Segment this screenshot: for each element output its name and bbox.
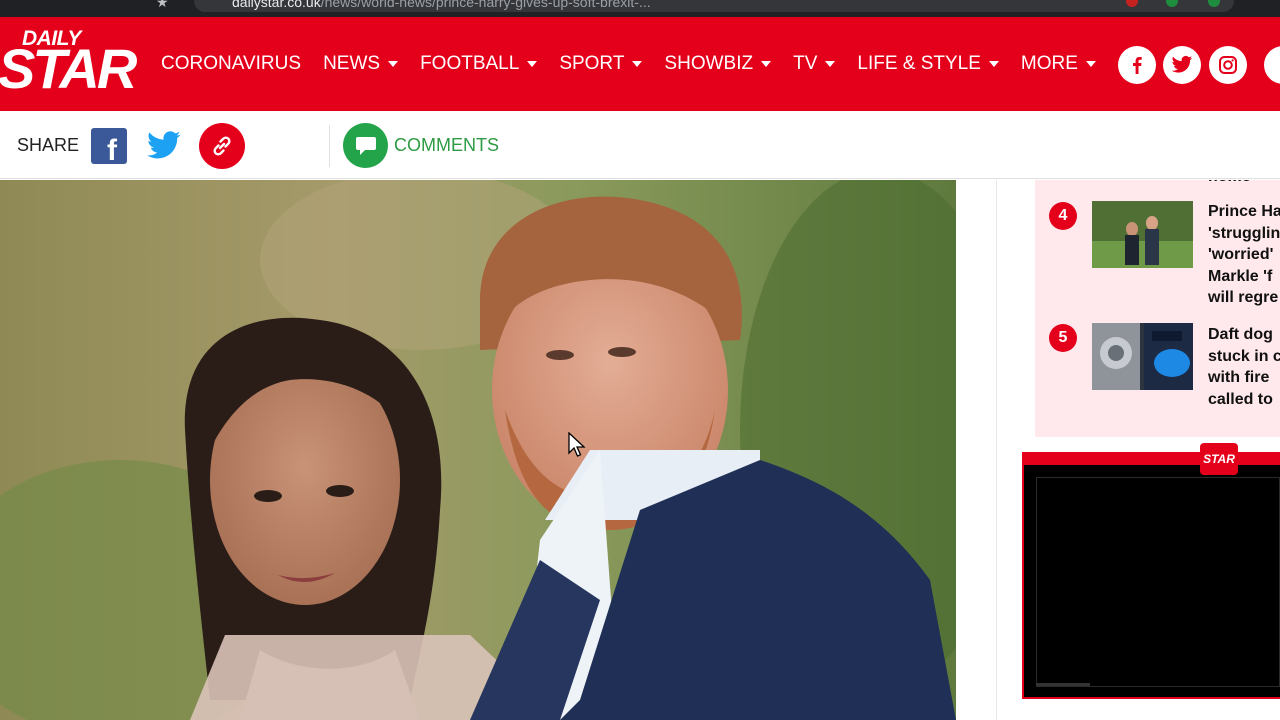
trending-thumbnail xyxy=(1092,201,1193,268)
twitter-icon[interactable] xyxy=(1163,46,1201,84)
url-domain: dailystar.co.uk xyxy=(232,0,321,10)
nav-item-showbiz[interactable]: SHOWBIZ xyxy=(664,53,772,75)
trending-rank: 4 xyxy=(1049,202,1077,230)
nav-label: SPORT xyxy=(559,53,625,74)
video-progress-bar[interactable] xyxy=(1036,683,1090,686)
trending-list: home 4 Prince Ha 'strugglin 'worried' Ma… xyxy=(1035,180,1280,437)
headline-line: 'worried' xyxy=(1208,246,1274,263)
nav-label: CORONAVIRUS xyxy=(161,53,302,74)
nav-item-tv[interactable]: TV xyxy=(793,53,836,75)
main-nav: CORONAVIRUS NEWS FOOTBALL SPORT SHOWBIZ … xyxy=(161,17,1118,111)
copy-link-icon[interactable] xyxy=(199,123,245,169)
share-label: SHARE xyxy=(17,135,80,155)
trending-item-tail[interactable]: home xyxy=(1208,180,1251,186)
chevron-down-icon xyxy=(988,61,999,67)
share-bar: SHARE f COMMENTS xyxy=(0,111,1280,179)
nav-item-life-style[interactable]: LIFE & STYLE xyxy=(857,53,999,75)
sidebar-divider xyxy=(996,180,997,720)
headline-line: Prince Ha xyxy=(1208,203,1280,220)
nav-label: LIFE & STYLE xyxy=(857,53,981,74)
logo-line2: STAR xyxy=(0,37,137,100)
nav-item-sport[interactable]: SPORT xyxy=(559,53,643,75)
site-header: DAILY STAR CORONAVIRUS NEWS FOOTBALL SPO… xyxy=(0,17,1280,111)
chevron-down-icon xyxy=(388,61,399,67)
headline-line: Daft dog xyxy=(1208,326,1273,343)
daily-star-logo[interactable]: DAILY STAR xyxy=(0,27,137,105)
article-hero-image xyxy=(0,180,956,720)
chevron-down-icon xyxy=(825,61,836,67)
nav-label: SHOWBIZ xyxy=(664,53,754,74)
nav-item-coronavirus[interactable]: CORONAVIRUS xyxy=(161,53,301,75)
nav-item-football[interactable]: FOOTBALL xyxy=(420,53,538,75)
chevron-down-icon xyxy=(527,61,538,67)
trending-rank: 5 xyxy=(1049,324,1077,352)
headline-line: 'strugglin xyxy=(1208,224,1280,242)
chevron-down-icon xyxy=(761,61,772,67)
facebook-icon[interactable] xyxy=(1118,46,1156,84)
trending-headline: Prince Ha 'strugglin 'worried' Markle 'f… xyxy=(1208,201,1280,309)
nav-label: MORE xyxy=(1020,53,1078,74)
share-facebook-icon[interactable]: f xyxy=(91,128,127,164)
share-divider xyxy=(329,125,330,167)
chevron-down-icon xyxy=(1085,61,1096,67)
headline-line: will regre xyxy=(1208,289,1279,306)
mouse-pointer-icon xyxy=(568,432,586,457)
nav-item-news[interactable]: NEWS xyxy=(323,53,399,75)
browser-toolbar: ★ dailystar.co.uk/news/world-news/prince… xyxy=(0,0,1280,17)
trending-thumbnail xyxy=(1092,323,1193,390)
video-logo: STAR xyxy=(1200,443,1238,475)
trending-headline: Daft dog stuck in c with fire called to xyxy=(1208,324,1280,410)
comments-link[interactable]: COMMENTS xyxy=(394,135,499,156)
headline-line: stuck in c xyxy=(1208,347,1280,365)
nav-label: TV xyxy=(793,53,818,74)
share-twitter-icon[interactable] xyxy=(146,129,182,163)
bookmark-star-icon[interactable]: ★ xyxy=(156,0,169,11)
chevron-down-icon xyxy=(632,61,643,67)
headline-line: called to xyxy=(1208,390,1273,408)
nav-label: FOOTBALL xyxy=(420,53,520,74)
headline-line: Markle 'f xyxy=(1208,267,1273,285)
url-path: /news/world-news/prince-harry-gives-up-s… xyxy=(320,0,651,10)
search-icon[interactable] xyxy=(1264,46,1280,84)
trending-item-4[interactable]: 4 Prince Ha 'strugglin 'worried' Markle … xyxy=(1035,200,1280,306)
video-viewport[interactable] xyxy=(1036,477,1280,687)
headline-line: with fire xyxy=(1208,369,1270,386)
instagram-icon[interactable] xyxy=(1209,46,1247,84)
nav-item-more[interactable]: MORE xyxy=(1021,53,1096,75)
trending-item-5[interactable]: 5 Daft dog stuck in c with fire called t… xyxy=(1035,323,1280,423)
comments-icon[interactable] xyxy=(343,123,388,168)
nav-label: NEWS xyxy=(323,53,381,74)
address-text[interactable]: dailystar.co.uk/news/world-news/prince-h… xyxy=(232,0,651,10)
